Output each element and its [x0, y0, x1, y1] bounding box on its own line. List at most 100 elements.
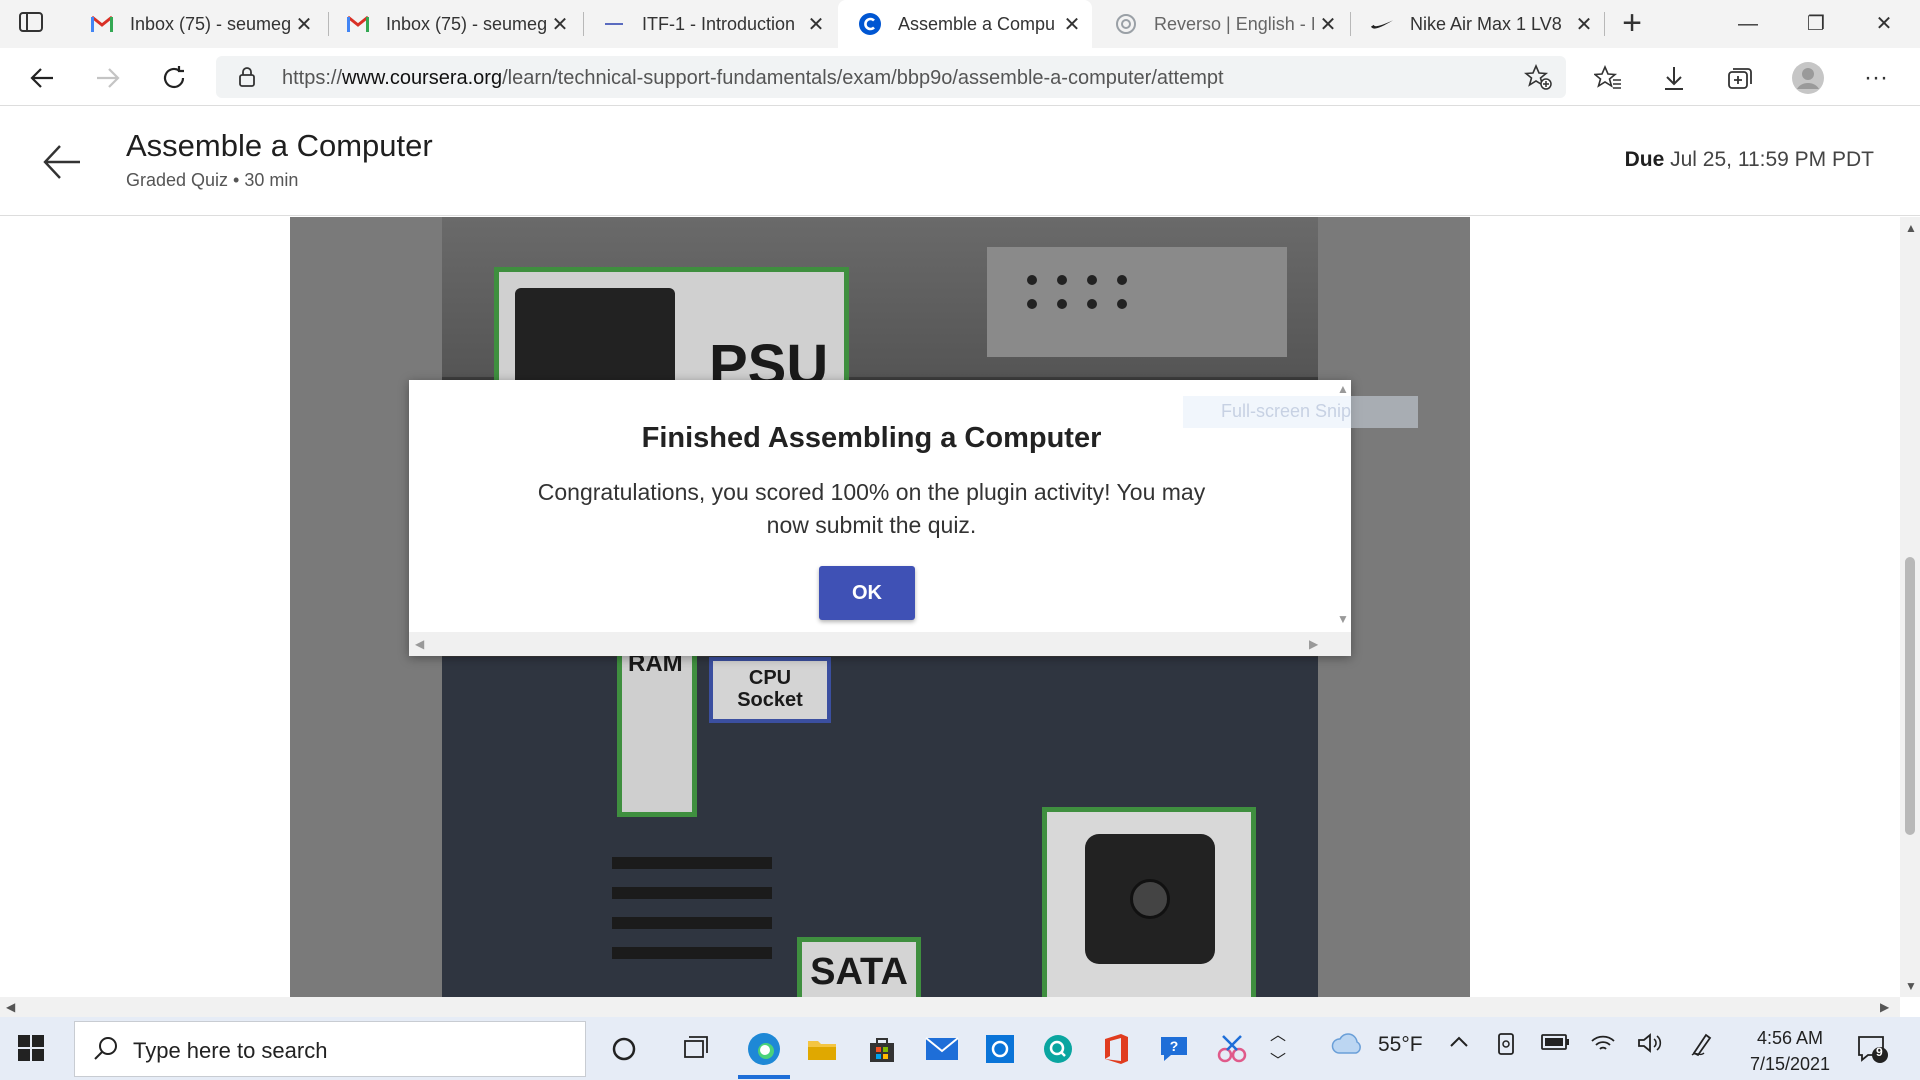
refresh-icon[interactable]	[152, 56, 196, 100]
quick-assist-icon[interactable]	[1038, 1029, 1078, 1069]
clock-time: 4:56 AM	[1756, 1028, 1824, 1048]
windows-start-icon[interactable]	[18, 1035, 44, 1066]
wifi-icon[interactable]	[1590, 1031, 1616, 1059]
scrollbar-thumb[interactable]	[1905, 557, 1915, 835]
due-label: Due	[1624, 148, 1665, 171]
url-prefix: https://	[282, 67, 343, 89]
due-date: Due Jul 25, 11:59 PM PDT	[1625, 148, 1874, 172]
snip-sketch-icon[interactable]	[1212, 1029, 1252, 1069]
reverso-icon	[1114, 12, 1138, 36]
cpu-label-line2: Socket	[737, 689, 803, 711]
page-vertical-scrollbar[interactable]: ▲ ▼	[1900, 217, 1920, 997]
show-hidden-icons[interactable]	[1448, 1031, 1470, 1059]
scroll-up-icon[interactable]: ▲	[1337, 382, 1349, 396]
tab-actions-icon[interactable]	[18, 10, 50, 38]
close-tab-icon[interactable]: ✕	[290, 12, 318, 37]
coursera-icon	[858, 12, 882, 36]
page-horizontal-scrollbar[interactable]: ◀ ▶	[0, 997, 1900, 1017]
office-icon[interactable]	[1096, 1029, 1136, 1069]
minimize-icon[interactable]: —	[1718, 4, 1778, 44]
scroll-up-icon[interactable]: ▲	[1905, 221, 1917, 235]
address-bar[interactable]: https://www.coursera.org/learn/technical…	[216, 56, 1566, 98]
lock-icon[interactable]	[238, 66, 256, 93]
close-tab-icon[interactable]: ✕	[1058, 12, 1086, 37]
notification-count: 9	[1876, 1045, 1883, 1059]
cpu-socket-slot[interactable]: CPU Socket	[709, 657, 831, 723]
profile-avatar-icon[interactable]	[1786, 56, 1830, 100]
new-tab-icon[interactable]: +	[1614, 6, 1650, 42]
tab-divider	[1604, 12, 1605, 36]
restore-icon[interactable]: ❐	[1786, 4, 1846, 44]
weather-cloud-icon[interactable]	[1330, 1031, 1364, 1063]
generic-tab-icon	[602, 12, 626, 36]
fan-image	[1085, 834, 1215, 964]
forward-icon[interactable]	[86, 56, 130, 100]
file-explorer-icon[interactable]	[802, 1029, 842, 1069]
tab-reverso[interactable]: Reverso | English - I ✕	[1094, 0, 1348, 48]
drive-bay	[987, 247, 1287, 357]
favorites-icon[interactable]	[1586, 56, 1630, 100]
fan-slot[interactable]	[1042, 807, 1256, 997]
scroll-down-icon[interactable]: ▼	[1905, 979, 1917, 993]
scroll-down-icon[interactable]: ▼	[1337, 612, 1349, 626]
photos-app-icon[interactable]	[980, 1029, 1020, 1069]
tab-title: Inbox (75) - seumeg	[130, 13, 290, 34]
tab-title: ITF-1 - Introduction	[642, 13, 796, 34]
mail-icon[interactable]	[922, 1029, 962, 1069]
volume-icon[interactable]	[1636, 1031, 1664, 1061]
get-help-icon[interactable]: ?	[1154, 1029, 1194, 1069]
url-host: www.coursera.org	[342, 67, 503, 89]
quiz-subtitle: Graded Quiz • 30 min	[126, 170, 299, 190]
store-icon[interactable]	[862, 1029, 902, 1069]
tab-inbox-2[interactable]: Inbox (75) - seumeg ✕	[326, 0, 580, 48]
tab-inbox-1[interactable]: Inbox (75) - seumeg ✕	[70, 0, 324, 48]
downloads-icon[interactable]	[1652, 56, 1696, 100]
close-tab-icon[interactable]: ✕	[1570, 12, 1598, 37]
cpu-label-line1: CPU	[748, 667, 792, 689]
scroll-left-icon[interactable]: ◀	[415, 637, 424, 651]
svg-text:?: ?	[1170, 1038, 1179, 1054]
scroll-right-icon[interactable]: ▶	[1880, 1000, 1889, 1014]
gmail-icon	[90, 12, 114, 36]
clock-date: 7/15/2021	[1749, 1054, 1831, 1074]
browser-tab-strip: Inbox (75) - seumeg ✕ Inbox (75) - seume…	[0, 0, 1920, 48]
tab-assemble-computer[interactable]: Assemble a Compu ✕	[838, 0, 1092, 48]
dialog-horizontal-scrollbar[interactable]: ◀ ▶	[409, 632, 1351, 656]
psu-slot[interactable]: PSU	[494, 267, 849, 408]
browser-toolbar: https://www.coursera.org/learn/technical…	[0, 48, 1920, 106]
more-menu-icon[interactable]: ···	[1854, 56, 1898, 100]
close-tab-icon[interactable]: ✕	[546, 12, 574, 37]
due-value: Jul 25, 11:59 PM PDT	[1670, 148, 1874, 171]
url-path: /learn/technical-support-fundamentals/ex…	[502, 67, 1224, 89]
cortana-icon[interactable]	[604, 1029, 644, 1069]
tab-nike[interactable]: Nike Air Max 1 LV8 ✕	[1350, 0, 1604, 48]
tray-overflow-down-icon[interactable]: ﹀	[1270, 1047, 1286, 1071]
tab-itf-introduction[interactable]: ITF-1 - Introduction ✕	[582, 0, 836, 48]
close-tab-icon[interactable]: ✕	[802, 12, 830, 37]
gmail-icon	[346, 12, 370, 36]
ok-button[interactable]: OK	[819, 566, 915, 620]
system-clock[interactable]: 4:56 AM 7/15/2021	[1720, 1025, 1860, 1077]
scroll-right-icon[interactable]: ▶	[1309, 637, 1318, 651]
close-window-icon[interactable]: ✕	[1854, 4, 1914, 44]
edge-browser-icon[interactable]	[744, 1029, 784, 1069]
sata-slot[interactable]: SATA	[797, 937, 921, 997]
scroll-left-icon[interactable]: ◀	[6, 1000, 15, 1014]
tab-title: Nike Air Max 1 LV8	[1410, 13, 1562, 34]
taskbar-search-box[interactable]: Type here to search	[74, 1021, 586, 1077]
weather-temperature[interactable]: 55°F	[1378, 1033, 1423, 1057]
add-favorite-icon[interactable]	[1523, 63, 1552, 95]
back-icon[interactable]	[20, 56, 64, 100]
collections-icon[interactable]	[1718, 56, 1762, 100]
page-title: Assemble a Computer	[126, 128, 433, 163]
ram-slot[interactable]: RAM	[617, 637, 697, 817]
notification-center-icon[interactable]: 9	[1856, 1033, 1890, 1070]
pen-workspace-icon[interactable]	[1690, 1031, 1714, 1063]
close-tab-icon[interactable]: ✕	[1314, 12, 1342, 37]
meet-now-icon[interactable]	[1496, 1031, 1518, 1063]
task-view-icon[interactable]	[676, 1029, 716, 1069]
course-header: Assemble a Computer Graded Quiz • 30 min…	[0, 106, 1920, 216]
back-arrow-icon[interactable]	[42, 142, 82, 187]
tray-overflow-up-icon[interactable]: ︿	[1270, 1021, 1286, 1045]
battery-icon[interactable]	[1540, 1031, 1570, 1059]
